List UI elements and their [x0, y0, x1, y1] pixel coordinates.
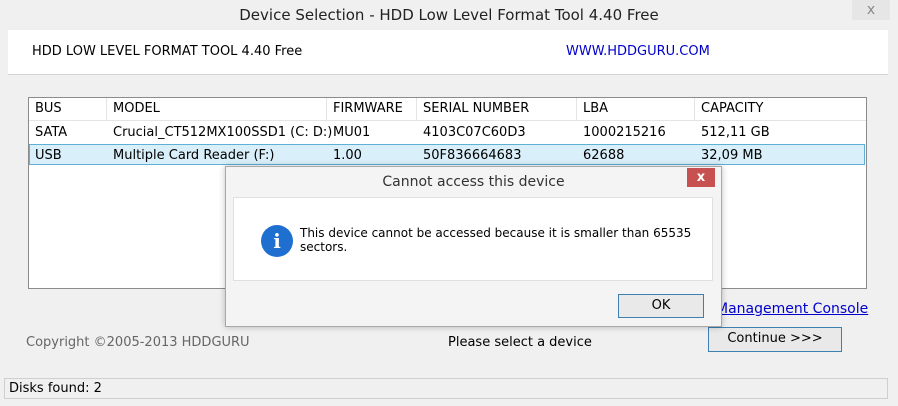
dialog-close-icon[interactable]: x: [687, 168, 715, 187]
cell-firmware: 1.00: [333, 148, 362, 163]
cell-lba: 1000215216: [583, 125, 666, 140]
cell-bus: USB: [35, 148, 62, 163]
error-dialog: Cannot access this device x i This devic…: [225, 166, 722, 327]
column-header-model[interactable]: MODEL: [107, 98, 327, 120]
cell-firmware: MU01: [333, 125, 371, 140]
ok-button[interactable]: OK: [618, 294, 704, 318]
column-header-bus[interactable]: BUS: [29, 98, 107, 120]
cell-serial: 50F836664683: [423, 148, 522, 163]
dialog-title: Cannot access this device: [382, 174, 565, 190]
table-row-selected[interactable]: USB Multiple Card Reader (F:) 1.00 50F83…: [29, 144, 865, 165]
continue-button[interactable]: Continue >>>: [708, 327, 842, 352]
cell-capacity: 512,11 GB: [701, 125, 770, 140]
info-icon: i: [261, 225, 293, 257]
cell-bus: SATA: [35, 125, 68, 140]
column-header-firmware[interactable]: FIRMWARE: [327, 98, 417, 120]
cell-serial: 4103C07C60D3: [423, 125, 526, 140]
dialog-body: i This device cannot be accessed because…: [233, 197, 713, 281]
select-device-message: Please select a device: [448, 335, 592, 350]
header-title: HDD LOW LEVEL FORMAT TOOL 4.40 Free: [32, 44, 303, 59]
cell-lba: 62688: [583, 148, 625, 163]
window-close-icon[interactable]: x: [852, 0, 890, 20]
cell-capacity: 32,09 MB: [701, 148, 763, 163]
window-title: Device Selection - HDD Low Level Format …: [0, 0, 898, 30]
status-bar: Disks found: 2: [4, 378, 888, 399]
copyright-text: Copyright ©2005-2013 HDDGURU: [26, 335, 250, 350]
cell-model: Crucial_CT512MX100SSD1 (C: D:): [113, 125, 333, 140]
column-header-serial[interactable]: SERIAL NUMBER: [417, 98, 577, 120]
disks-found-status: Disks found: 2: [9, 381, 102, 396]
column-header-capacity[interactable]: CAPACITY: [695, 98, 866, 120]
dialog-message: This device cannot be accessed because i…: [300, 226, 692, 254]
cell-model: Multiple Card Reader (F:): [113, 148, 275, 163]
table-row[interactable]: SATA Crucial_CT512MX100SSD1 (C: D:) MU01…: [29, 122, 866, 143]
header-panel: HDD LOW LEVEL FORMAT TOOL 4.40 Free WWW.…: [8, 30, 888, 75]
management-console-link[interactable]: Management Console: [716, 301, 868, 317]
hddguru-link[interactable]: WWW.HDDGURU.COM: [566, 44, 710, 59]
column-header-lba[interactable]: LBA: [577, 98, 695, 120]
list-header: BUS MODEL FIRMWARE SERIAL NUMBER LBA CAP…: [29, 98, 866, 121]
